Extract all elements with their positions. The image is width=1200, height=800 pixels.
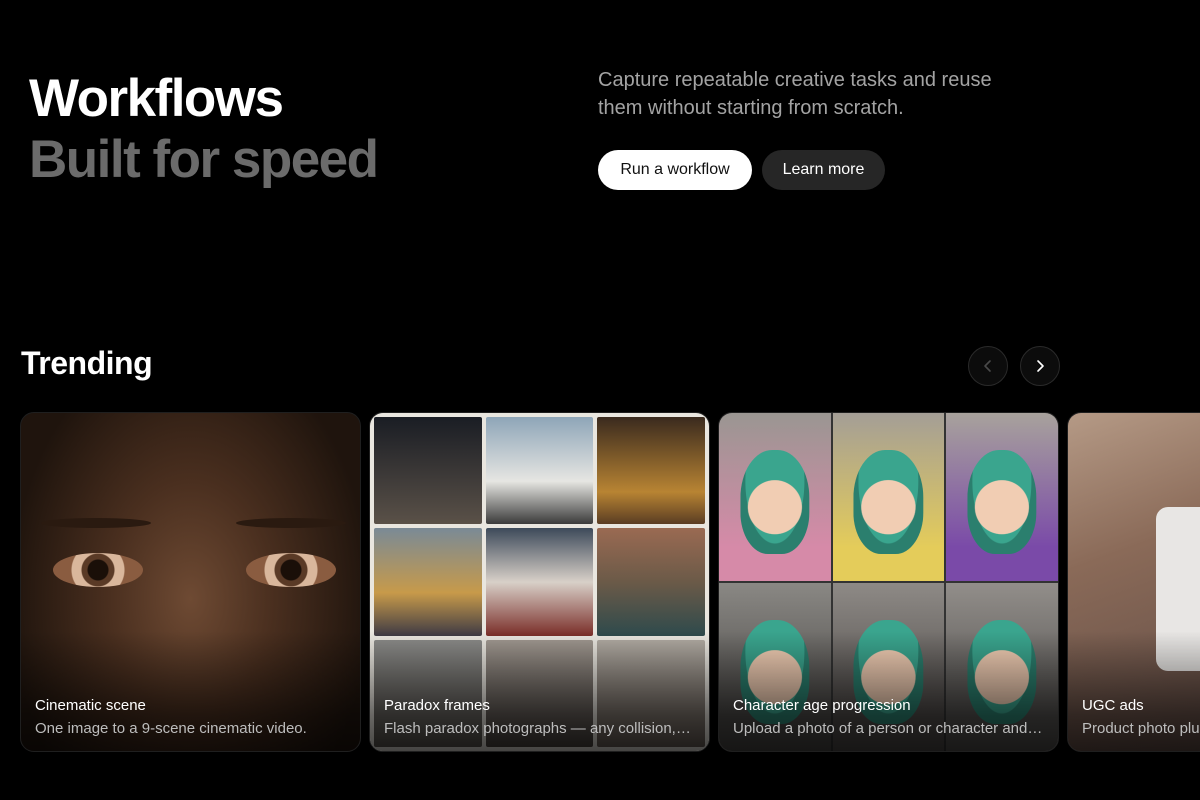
card-subtitle: Upload a photo of a person or character … [733, 720, 1044, 737]
thumbnail-detail [41, 518, 151, 528]
chevron-left-icon [984, 360, 991, 372]
card-title: Paradox frames [384, 697, 490, 714]
workflow-card-ugc-ads[interactable]: UGC ads Product photo plus avatar into a… [1067, 412, 1200, 752]
carousel-prev-button[interactable] [968, 346, 1008, 386]
thumbnail-detail [246, 553, 336, 587]
carousel-next-button[interactable] [1020, 346, 1060, 386]
thumbnail-detail [853, 449, 924, 555]
thumbnail-detail [740, 449, 810, 555]
trending-heading: Trending [21, 345, 153, 381]
grid-photo [374, 417, 482, 525]
thumbnail-detail [967, 449, 1037, 555]
grid-photo [719, 413, 831, 581]
workflow-card-character-age-progression[interactable]: Character age progression Upload a photo… [718, 412, 1059, 752]
grid-photo [597, 417, 705, 525]
card-subtitle: One image to a 9-scene cinematic video. [35, 720, 307, 737]
workflow-card-paradox-frames[interactable]: Paradox frames Flash paradox photographs… [369, 412, 710, 752]
grid-photo [485, 417, 594, 525]
grid-photo [485, 528, 594, 636]
card-subtitle: Product photo plus avatar into a UGC ad. [1082, 720, 1200, 737]
thumbnail-detail [53, 553, 143, 587]
card-title: Character age progression [733, 697, 911, 714]
learn-more-button[interactable]: Learn more [762, 150, 885, 190]
hero-title-line1: Workflows [29, 69, 284, 128]
card-title: Cinematic scene [35, 697, 146, 714]
hero-title: Workflows Built for speed [29, 68, 379, 190]
grid-photo [832, 413, 945, 581]
run-workflow-button[interactable]: Run a workflow [598, 150, 752, 190]
hero-title-line2: Built for speed [29, 130, 379, 189]
grid-photo [597, 528, 705, 636]
grid-photo [374, 528, 482, 636]
grid-photo [946, 413, 1058, 581]
card-title: UGC ads [1082, 697, 1144, 714]
workflow-card-cinematic-scene[interactable]: Cinematic scene One image to a 9-scene c… [20, 412, 361, 752]
chevron-right-icon [1037, 360, 1044, 372]
hero-description: Capture repeatable creative tasks and re… [598, 69, 992, 119]
thumbnail-detail [236, 518, 346, 528]
card-subtitle: Flash paradox photographs — any collisio… [384, 720, 695, 737]
